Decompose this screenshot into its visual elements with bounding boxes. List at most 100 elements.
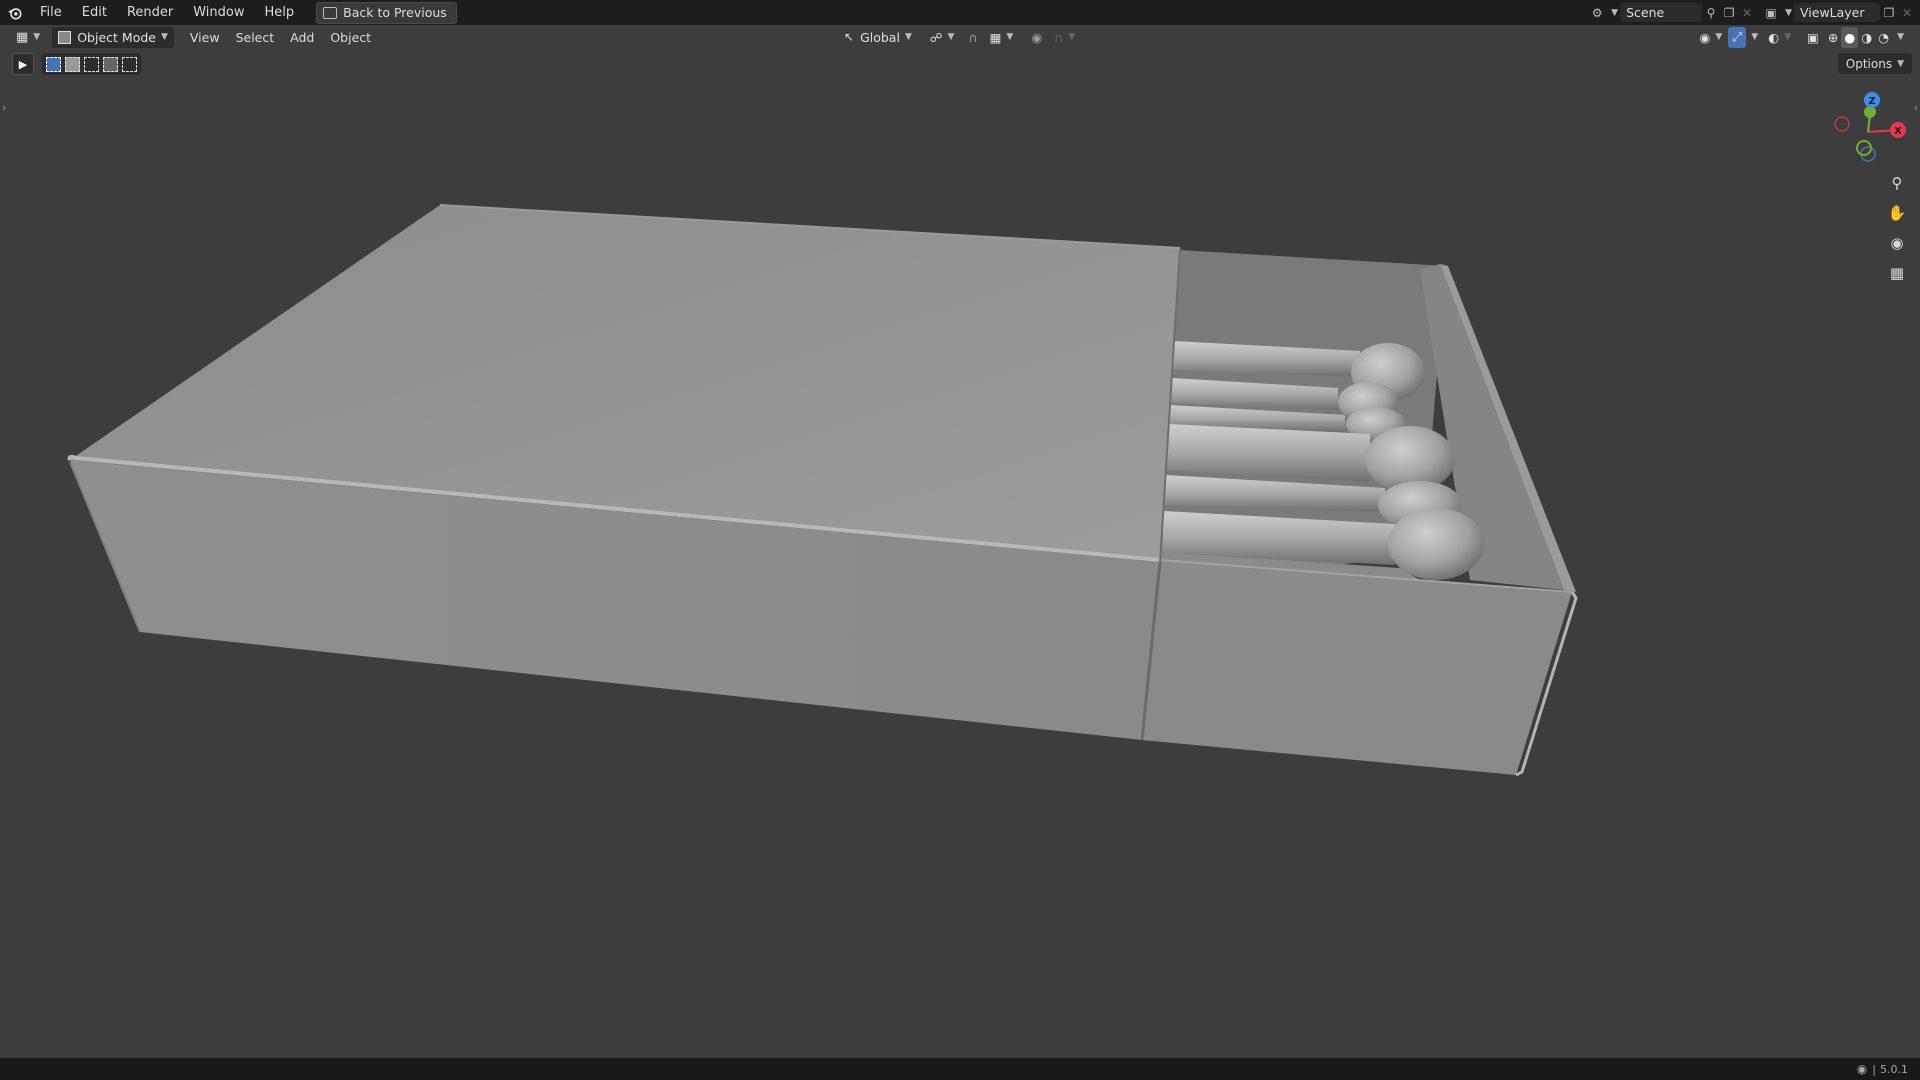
tool-settings-row: ▶ [12,53,141,75]
overlays-toggle[interactable]: ◐ ▼ [1762,27,1797,48]
delete-viewlayer-icon[interactable]: ✕ [1898,4,1916,22]
scene-name-field[interactable]: Scene [1620,3,1703,22]
back-to-previous-button[interactable]: Back to Previous [316,1,457,24]
select-invert-icon[interactable] [103,56,118,72]
snap-grid-icon: ▦ [989,29,1002,45]
viewlayer-selector-icon[interactable]: ▣ [1762,4,1780,22]
globe-icon: ◉ [1856,1062,1868,1076]
xray-icon: ▣ [1807,29,1819,45]
proportional-falloff-dropdown[interactable]: ∩ ▼ [1048,27,1081,48]
select-tool-button[interactable]: ▶ [12,53,34,75]
select-new-icon[interactable] [46,56,61,72]
snap-target-dropdown[interactable]: ▦ ▼ [984,27,1020,48]
top-menu-bar: File Edit Render Window Help Back to Pre… [0,0,1920,25]
chevron-down-icon: ▼ [947,32,955,42]
perspective-grid-icon[interactable]: ▦ [1884,260,1910,286]
shading-material-button[interactable]: ◑ [1858,27,1875,48]
gizmo-z-label: Z [1868,96,1875,107]
proportional-edit-icon: ◉ [1031,29,1043,45]
scene-dropdown-icon[interactable]: ▼ [1611,8,1618,18]
gizmo-pos-y[interactable] [1864,106,1876,118]
camera-view-icon[interactable]: ◉ [1884,230,1910,256]
chevron-down-icon: ▼ [1784,32,1792,42]
xray-toggle[interactable]: ▣ [1801,27,1825,48]
editor-type-button[interactable]: ▦ ▼ [10,27,46,48]
menu-edit[interactable]: Edit [72,0,117,25]
transform-orientation-label: Global [860,29,900,45]
proportional-edit-toggle[interactable]: ◉ [1025,27,1048,48]
delete-scene-icon[interactable]: ✕ [1738,4,1756,22]
options-dropdown[interactable]: Options ▼ [1837,53,1912,74]
chevron-down-icon: ▼ [160,32,168,42]
header-right-tools: ◉ ▼ ⤢ ▼ ◐ ▼ ▣ ⊕ ● ◑ ◔ ▼ [1693,25,1904,49]
shading-rendered-button[interactable]: ◔ [1875,27,1892,48]
pin-icon[interactable]: ⚲ [1702,4,1720,22]
toolbar-expand-icon[interactable]: › [2,101,6,114]
eye-icon: ◉ [1699,29,1711,45]
options-label: Options [1845,56,1893,71]
object-mode-icon [58,30,72,44]
chevron-down-icon: ▼ [1897,58,1904,69]
editor-type-icon: ▦ [16,29,29,45]
gizmo-dropdown-icon[interactable]: ▼ [1751,32,1758,42]
shading-solid-button[interactable]: ● [1841,26,1859,48]
menu-file[interactable]: File [30,0,72,25]
selection-mode-group [42,53,141,75]
shading-wireframe-button[interactable]: ⊕ [1825,27,1841,48]
select-extend-icon[interactable] [65,56,80,72]
chevron-down-icon: ▼ [1715,32,1723,42]
gizmo-toggle[interactable]: ⤢ [1728,26,1747,48]
snap-toggle[interactable]: ∩ [962,27,983,48]
navigation-tools: ⚲ ✋ ◉ ▦ [1884,170,1910,290]
viewlayer-name: ViewLayer [1800,5,1865,20]
navigation-gizmo[interactable]: Z X [1828,88,1908,168]
sidebar-expand-icon[interactable]: ‹ [1914,101,1918,114]
menu-object[interactable]: Object [322,27,379,48]
chevron-down-icon: ▼ [904,32,912,42]
menu-view[interactable]: View [182,27,228,48]
visibility-dropdown[interactable]: ◉ ▼ [1693,27,1728,48]
orientation-axes-icon: ↖ [844,30,855,44]
shading-dropdown-icon[interactable]: ▼ [1897,32,1904,42]
blender-logo-icon[interactable] [8,6,22,20]
select-subtract-icon[interactable] [84,56,99,72]
screen-back-icon [323,6,338,19]
menu-help[interactable]: Help [255,0,305,25]
transform-orientation-dropdown[interactable]: ↖ Global ▼ [838,27,918,48]
rendered-sphere-icon: ◔ [1878,29,1890,45]
new-scene-icon[interactable]: ❐ [1720,4,1738,22]
object-mode-dropdown[interactable]: Object Mode ▼ [52,26,174,48]
zoom-icon[interactable]: ⚲ [1884,170,1910,196]
blender-window: File Edit Render Window Help Back to Pre… [0,0,1920,1080]
wireframe-sphere-icon: ⊕ [1827,29,1839,45]
new-viewlayer-icon[interactable]: ❐ [1880,4,1898,22]
3d-viewport[interactable]: › ‹ [0,49,1920,1058]
match-head [1388,508,1484,580]
matchbox-scene[interactable] [0,49,1920,1058]
viewlayer-name-field[interactable]: ViewLayer [1794,3,1880,22]
version-info: ◉ | 5.0.1 [1857,1062,1908,1076]
header-center-tools: ↖ Global ▼ ☍ ▼ ∩ ▦ ▼ ◉ ∩ ▼ [838,25,1081,49]
pivot-point-dropdown[interactable]: ☍ ▼ [924,27,961,48]
menu-add[interactable]: Add [282,27,322,48]
magnet-icon: ∩ [968,29,978,45]
falloff-curve-icon: ∩ [1054,29,1064,45]
menu-render[interactable]: Render [117,0,183,25]
gizmo-x-label: X [1894,126,1902,137]
scene-selector-icon[interactable]: ⚙ [1588,4,1606,22]
separator: | [1872,1062,1876,1076]
viewlayer-dropdown-icon[interactable]: ▼ [1785,8,1792,18]
cursor-arrow-icon: ▶ [18,57,28,71]
gizmo-neg-x[interactable] [1834,116,1850,132]
chevron-down-icon: ▼ [33,32,41,42]
menu-select[interactable]: Select [228,27,283,48]
back-to-previous-label: Back to Previous [343,5,447,20]
status-bar: ◉ | 5.0.1 [0,1058,1920,1080]
pan-hand-icon[interactable]: ✋ [1884,200,1910,226]
select-intersect-icon[interactable] [122,56,137,72]
menu-window[interactable]: Window [183,0,254,25]
pivot-point-icon: ☍ [929,29,943,45]
tray-front-face [1142,560,1572,775]
overlays-icon: ◐ [1768,29,1780,45]
gizmo-icon: ⤢ [1732,29,1743,44]
